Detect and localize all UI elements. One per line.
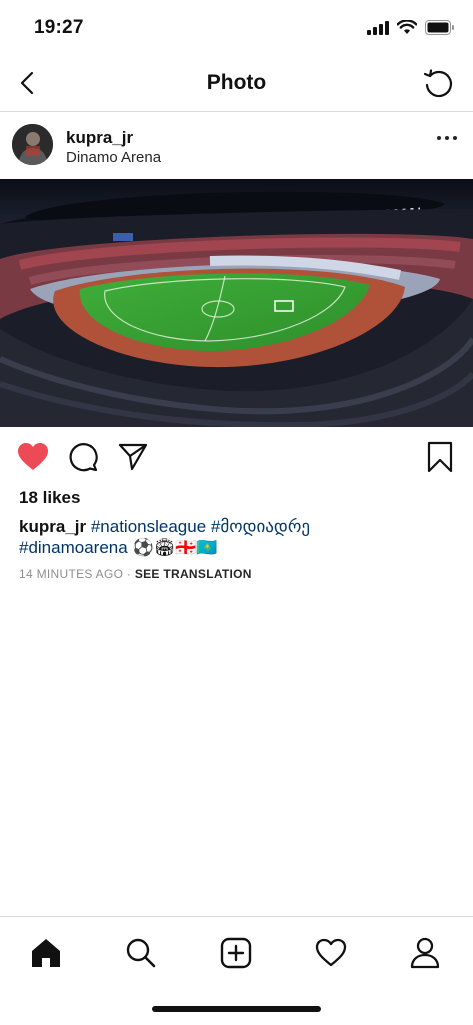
share-icon: [118, 443, 148, 471]
post-username[interactable]: kupra_jr: [66, 128, 133, 148]
avatar[interactable]: [12, 124, 53, 165]
share-button[interactable]: [116, 440, 150, 474]
tab-activity[interactable]: [313, 935, 349, 971]
tab-profile[interactable]: [407, 935, 443, 971]
status-bar: 19:27: [0, 0, 473, 58]
status-icons: [367, 20, 455, 35]
search-icon: [126, 938, 156, 968]
refresh-button[interactable]: [421, 66, 455, 100]
home-indicator[interactable]: [152, 1006, 321, 1012]
tab-home[interactable]: [28, 935, 64, 971]
hashtag-link[interactable]: #dinamoarena: [19, 538, 128, 557]
hashtag-link[interactable]: #მოდიადრე: [211, 517, 310, 536]
likes-count[interactable]: 18 likes: [19, 488, 80, 508]
see-translation-link[interactable]: SEE TRANSLATION: [135, 567, 252, 581]
tab-search[interactable]: [123, 935, 159, 971]
more-dot-icon: [453, 136, 457, 140]
page-title: Photo: [206, 71, 267, 94]
home-icon: [32, 939, 60, 967]
caption-username[interactable]: kupra_jr: [19, 517, 86, 536]
tab-new-post[interactable]: [218, 935, 254, 971]
more-options-button[interactable]: [437, 136, 457, 140]
save-button[interactable]: [423, 440, 457, 474]
post-actions: [0, 440, 473, 476]
more-dot-icon: [445, 136, 449, 140]
comment-icon: [69, 443, 98, 472]
nav-bar: Photo: [0, 58, 473, 112]
signal-icon: [367, 20, 389, 35]
like-button[interactable]: [16, 440, 50, 474]
meta-separator: ·: [126, 567, 132, 581]
post-meta: 14 MINUTES AGO · SEE TRANSLATION: [19, 567, 252, 581]
new-post-icon: [220, 937, 252, 969]
status-time: 19:27: [34, 17, 84, 38]
stadium-photo: [0, 179, 473, 427]
profile-icon: [410, 937, 440, 969]
refresh-icon: [423, 69, 453, 98]
hashtag-link[interactable]: #nationsleague: [91, 517, 206, 536]
post-time: 14 MINUTES AGO: [19, 567, 124, 581]
post-caption: kupra_jr #nationsleague #მოდიადრე #dinam…: [19, 516, 459, 558]
bookmark-icon: [427, 441, 453, 473]
activity-icon: [315, 938, 347, 967]
comment-button[interactable]: [66, 440, 100, 474]
more-dot-icon: [437, 136, 441, 140]
post-location[interactable]: Dinamo Arena: [66, 149, 161, 166]
post-image[interactable]: [0, 179, 473, 427]
caption-emojis: ⚽🏟🇬🇪🇰🇿: [132, 538, 218, 557]
post-header: kupra_jr Dinamo Arena: [0, 112, 473, 178]
battery-icon: [425, 20, 454, 35]
heart-icon: [18, 443, 48, 470]
wifi-icon: [397, 20, 417, 34]
avatar-image: [12, 124, 53, 165]
